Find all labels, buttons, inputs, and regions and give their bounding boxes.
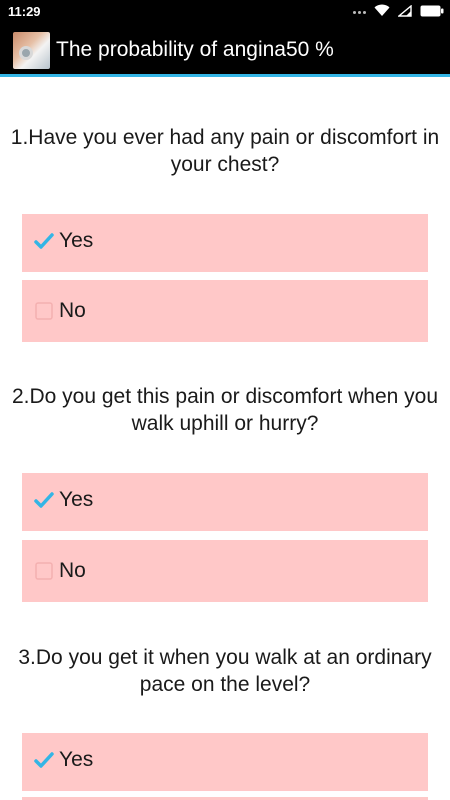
option-label: Yes [59,229,94,252]
status-bar: 11:29 [0,0,450,24]
status-icons [353,4,444,20]
app-title: The probability of angina50 % [56,38,334,61]
option-label: No [59,299,86,322]
option-label: Yes [59,488,94,511]
option-label: Yes [59,748,94,771]
signal-dots-icon [353,10,366,14]
question-2-option-no[interactable]: No [22,540,428,602]
battery-icon [420,5,444,20]
question-2-option-yes[interactable]: Yes [22,473,428,531]
checkbox-checked-icon[interactable] [34,491,54,511]
question-1-option-no[interactable]: No [22,280,428,342]
wifi-icon [374,4,390,20]
question-3-option-yes[interactable]: Yes [22,733,428,791]
app-bar: The probability of angina50 % [0,24,450,77]
questionnaire: 1.Have you ever had any pain or discomfo… [0,77,450,800]
question-1-text: 1.Have you ever had any pain or discomfo… [10,126,440,176]
checkbox-checked-icon[interactable] [34,232,54,252]
signal-icon [397,4,412,20]
option-label: No [59,559,86,582]
checkbox-unchecked-icon[interactable] [34,561,54,581]
question-3-text: 3.Do you get it when you walk at an ordi… [18,646,432,696]
stethoscope-app-icon[interactable] [13,32,50,69]
question-2-text: 2.Do you get this pain or discomfort whe… [11,385,439,435]
checkbox-unchecked-icon[interactable] [34,301,54,321]
checkbox-checked-icon[interactable] [34,751,54,771]
question-1-option-yes[interactable]: Yes [22,214,428,272]
status-time: 11:29 [8,4,41,19]
